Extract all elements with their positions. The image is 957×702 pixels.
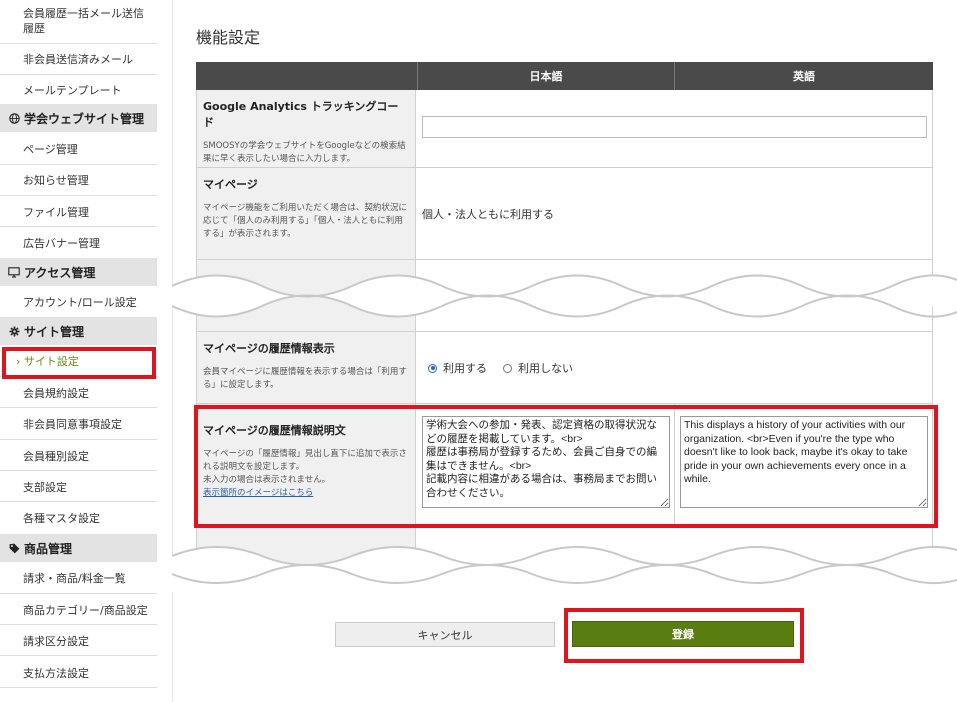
table-header-japanese: 日本語 — [417, 62, 674, 90]
setting-title: マイページの履歴情報表示 — [203, 342, 335, 355]
sidebar-item-label: 支払方法設定 — [23, 667, 89, 680]
sidebar-item-label: 各種マスタ設定 — [23, 512, 100, 525]
sidebar-item-mail-template[interactable]: メールテンプレート — [0, 75, 157, 104]
wave-cut-top — [172, 274, 957, 318]
setting-label-cell: マイページ マイページ機能をご利用いただく場合は、契約状況に応じて「個人のみ利用… — [196, 168, 416, 259]
setting-description: SMOOSYの学会ウェブサイトをGoogleなどの検索結果に早く表示したい場合に… — [203, 141, 406, 164]
row-border — [932, 404, 933, 527]
sidebar-item-masters[interactable]: 各種マスタ設定 — [0, 502, 157, 534]
sidebar-item-label: アカウント/ロール設定 — [23, 296, 137, 309]
setting-title: マイページの履歴情報説明文 — [203, 424, 346, 437]
setting-title: マイページ — [203, 178, 258, 191]
sidebar-section-title: 商品管理 — [24, 541, 73, 556]
radio-checked-icon — [428, 363, 437, 373]
sidebar-item-label: 請求・商品/料金一覧 — [23, 572, 126, 585]
setting-label-cell: Google Analytics トラッキングコード SMOOSYの学会ウェブサ… — [196, 90, 416, 167]
setting-description: マイページ機能をご利用いただく場合は、契約状況に応じて「個人のみ利用する」「個人… — [203, 203, 407, 239]
sidebar-item-label: 会員種別設定 — [23, 450, 89, 463]
sidebar-item-billing-list[interactable]: 請求・商品/料金一覧 — [0, 562, 157, 594]
table-header-label-col — [196, 62, 417, 90]
sidebar-item-label: 非会員送信済みメール — [23, 53, 133, 66]
gear-icon — [8, 325, 20, 337]
sidebar-item-label: 非会員同意事項設定 — [23, 418, 122, 431]
sidebar-item-member-history-mail[interactable]: 会員履歴一括メール送信履歴 — [0, 6, 157, 44]
sidebar-item-site-settings[interactable]: › サイト設定 — [0, 345, 157, 377]
sidebar-divider — [172, 0, 173, 702]
ga-tracking-input[interactable] — [422, 116, 927, 138]
page-title: 機能設定 — [196, 28, 261, 47]
sidebar-item-nonmember-mail[interactable]: 非会員送信済みメール — [0, 44, 157, 75]
column-divider — [674, 404, 675, 527]
sidebar-item-label: 会員履歴一括メール送信履歴 — [23, 7, 144, 35]
chevron-right-icon: › — [16, 355, 21, 368]
sidebar-item-nonmember-consent[interactable]: 非会員同意事項設定 — [0, 408, 157, 440]
sidebar-section-access[interactable]: アクセス管理 — [0, 258, 157, 286]
setting-description-line: 未入力の場合は表示されません。 — [203, 475, 331, 485]
sidebar-item-label: 商品カテゴリー/商品設定 — [23, 604, 148, 617]
radio-label: 利用しない — [518, 362, 573, 375]
sidebar-section-title: 学会ウェブサイト管理 — [24, 111, 145, 126]
sidebar-item-branches[interactable]: 支部設定 — [0, 471, 157, 502]
sidebar-section-products[interactable]: 商品管理 — [0, 534, 157, 562]
sidebar-section-title: アクセス管理 — [24, 265, 96, 280]
sidebar-item-member-types[interactable]: 会員種別設定 — [0, 440, 157, 471]
setting-row-mypage: マイページ マイページ機能をご利用いただく場合は、契約状況に応じて「個人のみ利用… — [196, 168, 933, 260]
sidebar-item-payment-methods[interactable]: 支払方法設定 — [0, 656, 157, 688]
sidebar-item-label: ファイル管理 — [23, 206, 89, 219]
mypage-value: 個人・法人ともに利用する — [422, 208, 554, 221]
sidebar-section-title: サイト管理 — [24, 324, 85, 339]
sidebar-section-website[interactable]: 学会ウェブサイト管理 — [0, 104, 157, 132]
row-border — [932, 90, 933, 167]
sidebar-item-label: 会員規約設定 — [23, 387, 89, 400]
sidebar-item-label: 支部設定 — [23, 481, 67, 494]
radio-unchecked-icon — [503, 363, 512, 373]
history-description-en-textarea[interactable]: This displays a history of your activiti… — [680, 416, 928, 508]
sidebar-item-accounts[interactable]: アカウント/ロール設定 — [0, 286, 157, 317]
sidebar-item-label: 広告バナー管理 — [23, 237, 100, 250]
sidebar-item-member-terms[interactable]: 会員規約設定 — [0, 377, 157, 408]
sidebar-item-label: お知らせ管理 — [23, 174, 89, 187]
save-button[interactable]: 登録 — [572, 621, 794, 647]
history-display-radio-group: 利用する 利用しない — [428, 360, 589, 376]
sidebar: 会員履歴一括メール送信履歴 非会員送信済みメール メールテンプレート 学会ウェブ… — [0, 0, 157, 702]
preview-image-link[interactable]: 表示箇所のイメージはこちら — [203, 488, 313, 498]
setting-title: Google Analytics トラッキングコード — [203, 100, 399, 129]
sidebar-item-banners[interactable]: 広告バナー管理 — [0, 227, 157, 258]
sidebar-item-label: メールテンプレート — [23, 84, 122, 97]
setting-description-line: マイページの「履歴情報」見出し直下に追加で表示される説明文を設定します。 — [203, 449, 407, 472]
wave-cut-bottom — [172, 545, 957, 592]
cancel-button[interactable]: キャンセル — [335, 622, 555, 647]
sidebar-item-files[interactable]: ファイル管理 — [0, 196, 157, 227]
setting-label-cell: マイページの履歴情報説明文 マイページの「履歴情報」見出し直下に追加で表示される… — [196, 404, 416, 527]
sidebar-section-site[interactable]: サイト管理 — [0, 317, 157, 345]
setting-description: 会員マイページに履歴情報を表示する場合は「利用する」に設定します。 — [203, 367, 407, 390]
sidebar-item-pages[interactable]: ページ管理 — [0, 132, 157, 165]
sidebar-item-label: ページ管理 — [23, 143, 78, 156]
sidebar-item-billing-categories[interactable]: 請求区分設定 — [0, 625, 157, 656]
row-border — [932, 168, 933, 259]
radio-not-use[interactable]: 利用しない — [503, 360, 573, 376]
tag-icon — [8, 542, 20, 554]
setting-row-history-display: マイページの履歴情報表示 会員マイページに履歴情報を表示する場合は「利用する」に… — [196, 332, 933, 404]
globe-icon — [8, 112, 20, 124]
table-header-english: 英語 — [674, 62, 933, 90]
history-description-ja-textarea[interactable]: 学術大会への参加・発表、認定資格の取得状況などの履歴を掲載しています。<br> … — [422, 416, 670, 508]
setting-label-cell: マイページの履歴情報表示 会員マイページに履歴情報を表示する場合は「利用する」に… — [196, 332, 416, 403]
sidebar-item-label: › サイト設定 — [16, 354, 157, 369]
setting-description: マイページの「履歴情報」見出し直下に追加で表示される説明文を設定します。 未入力… — [203, 448, 409, 500]
monitor-icon — [8, 266, 20, 278]
sidebar-item-product-categories[interactable]: 商品カテゴリー/商品設定 — [0, 594, 157, 625]
setting-row-ga: Google Analytics トラッキングコード SMOOSYの学会ウェブサ… — [196, 90, 933, 168]
radio-label: 利用する — [443, 362, 487, 375]
row-border — [932, 332, 933, 403]
sidebar-item-label: 請求区分設定 — [23, 635, 89, 648]
sidebar-item-text: サイト設定 — [23, 355, 79, 368]
radio-use[interactable]: 利用する — [428, 360, 487, 376]
sidebar-item-news[interactable]: お知らせ管理 — [0, 165, 157, 196]
